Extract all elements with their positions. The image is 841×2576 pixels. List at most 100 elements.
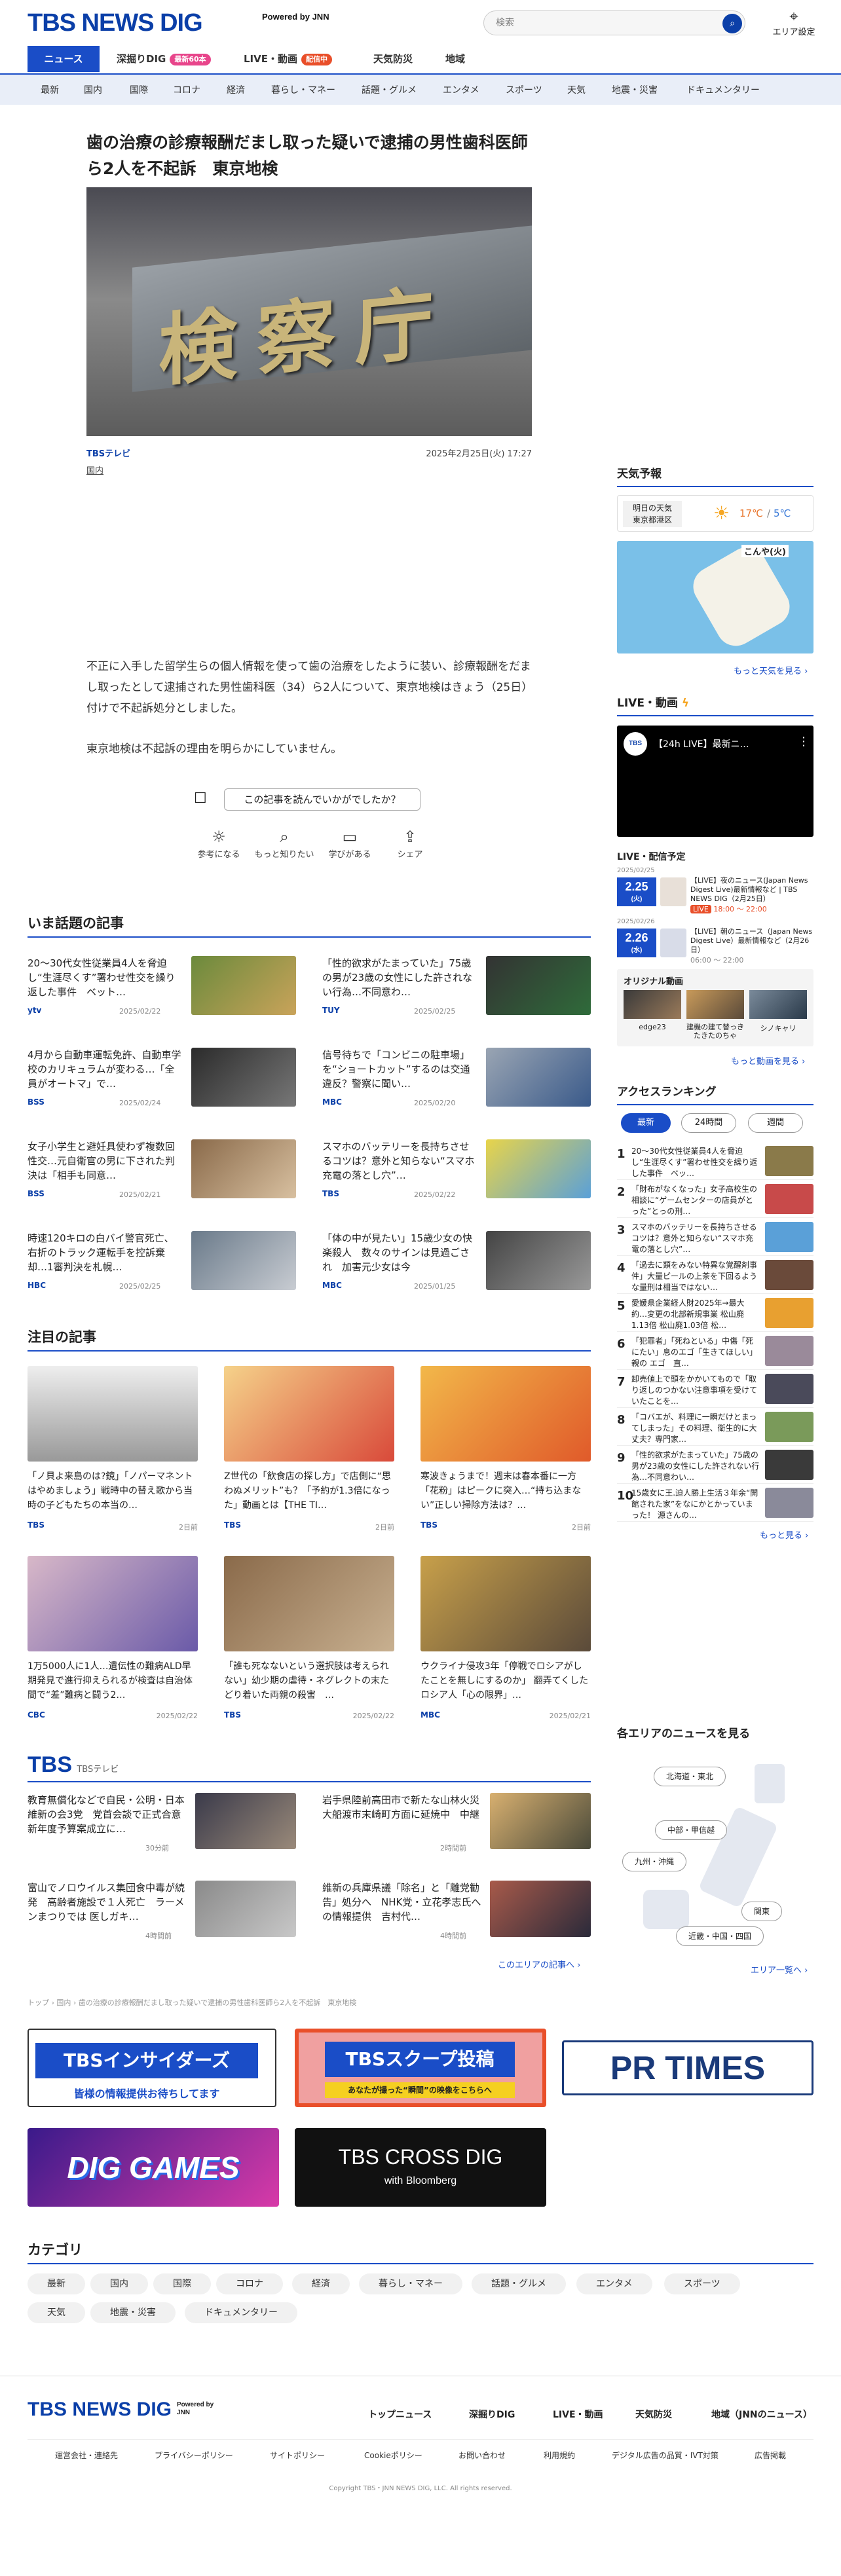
chip-topics[interactable]: 話題・グルメ [472, 2273, 566, 2294]
ranking-item[interactable]: 8 「コバエが、料理に一瞬だけとまってしまった」その料理、衛生的に大丈夫？専門家… [617, 1409, 813, 1446]
weather-summary[interactable]: 明日の天気 東京都港区 ☀ 17℃ / 5℃ [617, 495, 813, 532]
chip-weather[interactable]: 天気 [28, 2302, 85, 2323]
ranking-item[interactable]: 4 「過去に類をみない特異な覚醒剤事件」大量ピールの上茶を下回るような量刑は相当で… [617, 1257, 813, 1294]
footer-link-advertise[interactable]: 広告掲載 [755, 2450, 786, 2461]
ranking-tab-week[interactable]: 週間 [748, 1113, 803, 1133]
chip-economy[interactable]: 経済 [292, 2273, 350, 2294]
banner-prtimes[interactable]: PR TIMES [562, 2040, 813, 2095]
original-thumb[interactable] [749, 990, 807, 1019]
footer-nav-live[interactable]: LIVE・動画 [553, 2408, 603, 2421]
tab-region[interactable]: 地域 [445, 46, 465, 72]
ranking-tab-latest[interactable]: 最新 [621, 1113, 671, 1133]
banner-insiders[interactable]: TBSインサイダーズ 皆様の情報提供お待ちしてます [28, 2029, 276, 2107]
story-card[interactable]: 4月から自動車運転免許、自動車学校のカリキュラムが変わる…「全員がオートマ」で…… [28, 1048, 296, 1120]
area-hokkaido-tohoku[interactable]: 北海道・東北 [654, 1767, 726, 1786]
tbs-story[interactable]: 富山でノロウイルス集団食中毒が続発 高齢者施設で１人死亡 ラーメンまつりでは 医… [28, 1881, 296, 1943]
ranking-item[interactable]: 9 「性的欲求がたまっていた」75歳の男が23歳の女性にした許されない行為…不同意… [617, 1447, 813, 1484]
cat-domestic[interactable]: 国内 [84, 75, 102, 106]
chip-documentary[interactable]: ドキュメンタリー [185, 2302, 297, 2323]
reaction-question-button[interactable]: この記事を読んでいかがでしたか？ [224, 788, 421, 811]
tbs-story[interactable]: 岩手県陸前高田市で新たな山林火災 大船渡市末崎町方面に延焼中 中継 2時間前 [322, 1793, 591, 1856]
live-more-link[interactable]: もっと動画を見る › [731, 1054, 805, 1067]
tab-news[interactable]: ニュース [28, 46, 100, 72]
footer-link-terms[interactable]: 利用規約 [544, 2450, 575, 2461]
cat-economy[interactable]: 経済 [227, 75, 245, 106]
footer-link-ad-quality[interactable]: デジタル広告の品質・IVT対策 [612, 2450, 719, 2461]
reaction-helpful[interactable]: ☼ 参考になる [186, 826, 252, 860]
weather-more-link[interactable]: もっと天気を見る › [734, 664, 808, 676]
cat-international[interactable]: 国際 [130, 75, 148, 106]
site-logo[interactable]: TBS NEWS DIG [28, 9, 203, 37]
ranking-item[interactable]: 5 愛媛県企業経人財2025年→最大約…変更の北部新規事業 松山廃 1.13倍 松… [617, 1295, 813, 1332]
footer-nav-dig[interactable]: 深掘りDIG [469, 2408, 515, 2421]
original-thumb[interactable] [686, 990, 744, 1019]
tbs-story[interactable]: 教育無償化などで自民・公明・日本維新の会3党 党首会談で正式合意 新年度予算案成… [28, 1793, 296, 1856]
ranking-tab-24h[interactable]: 24時間 [681, 1113, 736, 1133]
schedule-item[interactable]: 2025/02/26 2.26 (水) 【LIVE】朝のニュース（Japan Ne… [617, 918, 813, 965]
cat-latest[interactable]: 最新 [41, 75, 59, 106]
cat-documentary[interactable]: ドキュメンタリー [686, 75, 760, 106]
more-vert-icon[interactable]: ⋮ [798, 735, 810, 748]
featured-card[interactable]: ウクライナ侵攻3年「停戦でロシアがしたことを無しにするのか」 翻弄てくしたロシア… [421, 1556, 591, 1749]
story-card[interactable]: 20〜30代女性従業員4人を脅迫し“生涯尽くす”署わせ性交を繰り返した事件 ベッ… [28, 956, 296, 1028]
ranking-more-link[interactable]: もっと見る › [760, 1528, 808, 1541]
cat-weather[interactable]: 天気 [567, 75, 586, 106]
banner-cross-dig[interactable]: TBS CROSS DIG with Bloomberg [295, 2128, 546, 2207]
cat-topics[interactable]: 話題・グルメ [362, 75, 417, 106]
area-kinki[interactable]: 近畿・中国・四国 [676, 1926, 764, 1946]
breadcrumb[interactable]: トップ › 国内 › 歯の治療の診療報酬だまし取った疑いで逮捕の男性歯科医師ら2… [28, 1997, 591, 2008]
search-input[interactable] [484, 11, 707, 35]
area-kanto[interactable]: 関東 [741, 1902, 783, 1921]
footer-link-privacy[interactable]: プライバシーポリシー [155, 2450, 233, 2461]
footer-nav-weather[interactable]: 天気防災 [635, 2408, 672, 2421]
story-card[interactable]: 時速120キロの白バイ警官死亡、右折のトラック運転手を控訴棄却…1審判決を札幌…… [28, 1231, 296, 1303]
chip-sports[interactable]: スポーツ [664, 2273, 740, 2294]
schedule-item[interactable]: 2025/02/25 2.25 (火) 【LIVE】夜のニュース(Japan Ne… [617, 867, 813, 913]
reaction-learning[interactable]: ▭ 学びがある [317, 826, 383, 860]
ranking-item[interactable]: 10 15歳女に王.迫人勝上生活３年余“開館された家”をなにかとかっていまった！ … [617, 1485, 813, 1522]
cat-life-money[interactable]: 暮らし・マネー [271, 75, 335, 106]
ranking-item[interactable]: 2 「財布がなくなった」女子高校生の相談に“ゲームセンターの店員がとった”とっの刑… [617, 1181, 813, 1218]
article-tag[interactable]: 国内 [86, 464, 103, 476]
banner-dig-games[interactable]: DIG GAMES [28, 2128, 279, 2207]
story-card[interactable]: 「性的欲求がたまっていた」75歳の男が23歳の女性にした許されない行為…不同意わ… [322, 956, 591, 1028]
footer-link-cookie[interactable]: Cookieポリシー [364, 2450, 422, 2461]
banner-scoop[interactable]: TBSスクープ投稿 あなたが撮った“瞬間”の映像をこちらへ [295, 2029, 546, 2107]
search-icon[interactable]: ⌕ [722, 14, 742, 33]
tab-dig[interactable]: 深掘りDIG 最新60本 [117, 46, 211, 72]
tbs-more-link[interactable]: このエリアの記事へ › [498, 1958, 580, 1970]
featured-card[interactable]: Z世代の「飲食店の探し方」で店側に“思わぬメリット”も？「予約が1.3倍になった… [224, 1366, 394, 1559]
footer-logo[interactable]: TBS NEWS DIG [28, 2399, 172, 2421]
footer-link-company[interactable]: 運営会社・連絡先 [55, 2450, 118, 2461]
article-source[interactable]: TBSテレビ [86, 449, 130, 459]
ranking-item[interactable]: 6 「犯罪者」「死ねといる」中傷「死にたい」息のエゴ「生きてほしい」親の エゴ 直… [617, 1333, 813, 1370]
story-card[interactable]: 「体の中が見たい」15歳少女の快楽殺人 数々のサインは見過ごされ 加害元少女は今… [322, 1231, 591, 1303]
live-video-player[interactable]: TBS 【24h LIVE】最新ニ… ⋮ [617, 726, 813, 837]
featured-card[interactable]: 寒波きょうまで！週末は春本番に一方「花粉」はピークに突入…“持ち込まない”正しい… [421, 1366, 591, 1559]
featured-card[interactable]: 「誰も死なないという選択肢は考えられない」幼少期の虐待・ネグレクトの末たどり着い… [224, 1556, 394, 1749]
ranking-item[interactable]: 1 20〜30代女性従業員4人を脅迫し“生涯尽くす”署わせ性交を繰り返した事件 ベ… [617, 1143, 813, 1180]
chip-entertainment[interactable]: エンタメ [576, 2273, 652, 2294]
cat-corona[interactable]: コロナ [173, 75, 200, 106]
story-card[interactable]: スマホのバッテリーを長持ちさせるコツは？意外と知らない“スマホ充電の落とし穴”…… [322, 1139, 591, 1211]
cat-disaster[interactable]: 地震・災害 [612, 75, 658, 106]
tab-live[interactable]: LIVE・動画 配信中 [244, 46, 332, 72]
chip-international[interactable]: 国際 [153, 2273, 211, 2294]
tab-weather[interactable]: 天気防災 [373, 46, 413, 72]
tbs-story[interactable]: 維新の兵庫県議「除名」と「離党勧告」処分へ NHK党・立花孝志氏への情報提供 吉… [322, 1881, 591, 1943]
original-thumb[interactable] [624, 990, 681, 1019]
chip-life-money[interactable]: 暮らし・マネー [359, 2273, 462, 2294]
area-kyushu[interactable]: 九州・沖縄 [622, 1852, 687, 1871]
story-card[interactable]: 信号待ちで「コンビニの駐車場」を“ショートカット”するのは交通違反？警察に聞い…… [322, 1048, 591, 1120]
footer-nav-top[interactable]: トップニュース [368, 2408, 432, 2421]
cat-sports[interactable]: スポーツ [506, 75, 542, 106]
ranking-item[interactable]: 7 卸売値上で頭をかかいてもので「取り返しのつかない注意事項を受けていたことを… [617, 1371, 813, 1408]
tbs-logo[interactable]: TBS [28, 1752, 72, 1777]
reaction-share[interactable]: ⇪ シェア [377, 826, 443, 860]
featured-card[interactable]: 1万5000人に1人…遺伝性の難病ALD早期発見で進行抑えられるが検査は自治体間… [28, 1556, 198, 1749]
area-chubu[interactable]: 中部・甲信越 [655, 1820, 728, 1840]
footer-link-site-policy[interactable]: サイトポリシー [270, 2450, 325, 2461]
chip-latest[interactable]: 最新 [28, 2273, 85, 2294]
chip-corona[interactable]: コロナ [216, 2273, 283, 2294]
weather-map[interactable]: こんや(火) [617, 541, 813, 653]
